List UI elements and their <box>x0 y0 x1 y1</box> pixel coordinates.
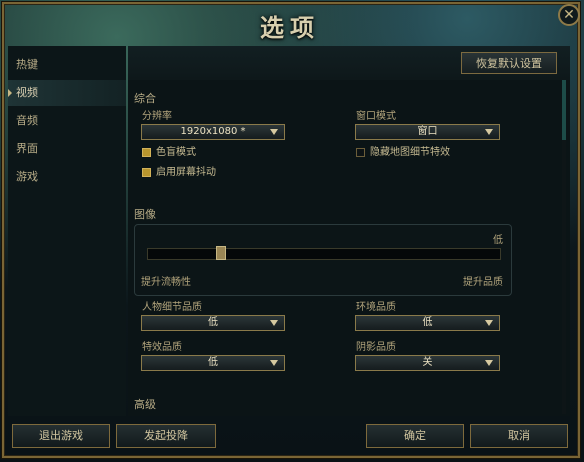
chevron-down-icon <box>270 320 278 326</box>
sidebar-item-interface[interactable]: 界面 <box>8 136 126 162</box>
section-general: 综合 <box>134 92 156 105</box>
slider-thumb[interactable] <box>216 246 226 260</box>
colorblind-label: 色盲模式 <box>156 147 196 158</box>
hide-eyecandy-checkbox[interactable]: 隐藏地图细节特效 <box>356 147 450 159</box>
character-quality-select[interactable]: 低 <box>141 315 285 331</box>
window-title: 选项 <box>260 13 320 42</box>
environment-quality-select[interactable]: 低 <box>355 315 500 331</box>
resolution-value: 1920x1080 * <box>180 126 246 137</box>
hide-eyecandy-label: 隐藏地图细节特效 <box>370 147 450 158</box>
window-mode-select[interactable]: 窗口 <box>355 124 500 140</box>
shadow-quality-select[interactable]: 关 <box>355 355 500 371</box>
scrollbar-thumb[interactable] <box>562 80 566 140</box>
window-mode-label: 窗口模式 <box>356 111 396 122</box>
environment-quality-label: 环境品质 <box>356 302 396 313</box>
screenshake-label: 启用屏幕抖动 <box>156 167 216 178</box>
character-quality-label: 人物细节品质 <box>142 302 202 313</box>
graphics-preset-value: 低 <box>493 235 503 246</box>
sidebar: 热键 视频 音频 界面 游戏 <box>8 46 126 416</box>
close-icon: ✕ <box>563 7 575 23</box>
shadow-quality-label: 阴影品质 <box>356 342 396 353</box>
chevron-down-icon <box>270 129 278 135</box>
resolution-label: 分辨率 <box>142 111 172 122</box>
effects-quality-value: 低 <box>208 357 218 368</box>
title-bar: 选项 <box>180 6 400 46</box>
chevron-down-icon <box>485 320 493 326</box>
character-quality-value: 低 <box>208 317 218 328</box>
shadow-quality-value: 关 <box>422 357 433 368</box>
cancel-button[interactable]: 取消 <box>470 424 568 448</box>
restore-defaults-button[interactable]: 恢复默认设置 <box>461 52 557 74</box>
checkbox-unchecked-icon <box>356 147 365 157</box>
sidebar-item-sound[interactable]: 音频 <box>8 108 126 134</box>
graphics-panel: 低 提升流畅性 提升品质 <box>134 224 512 296</box>
section-advanced: 高级 <box>134 398 156 411</box>
environment-quality-value: 低 <box>422 317 433 328</box>
ok-button[interactable]: 确定 <box>366 424 464 448</box>
screenshake-checkbox[interactable]: 启用屏幕抖动 <box>142 167 216 179</box>
sidebar-item-game[interactable]: 游戏 <box>8 164 126 190</box>
checkbox-checked-icon <box>142 167 151 177</box>
slider-left-label: 提升流畅性 <box>141 277 191 288</box>
content-scrollbar[interactable] <box>562 80 566 414</box>
section-graphics: 图像 <box>134 208 156 221</box>
chevron-down-icon <box>270 360 278 366</box>
close-button[interactable]: ✕ <box>558 4 580 26</box>
surrender-button[interactable]: 发起投降 <box>116 424 216 448</box>
graphics-slider[interactable] <box>147 246 501 260</box>
colorblind-checkbox[interactable]: 色盲模式 <box>142 147 196 159</box>
window-mode-value: 窗口 <box>417 126 438 137</box>
chevron-down-icon <box>485 360 493 366</box>
effects-quality-select[interactable]: 低 <box>141 355 285 371</box>
effects-quality-label: 特效品质 <box>142 342 182 353</box>
exit-game-button[interactable]: 退出游戏 <box>12 424 110 448</box>
slider-right-label: 提升品质 <box>463 277 503 288</box>
checkbox-checked-icon <box>142 147 151 157</box>
chevron-down-icon <box>485 129 493 135</box>
sidebar-item-video[interactable]: 视频 <box>8 80 126 106</box>
resolution-select[interactable]: 1920x1080 * <box>141 124 285 140</box>
sidebar-item-hotkeys[interactable]: 热键 <box>8 52 126 78</box>
settings-content: 恢复默认设置 综合 分辨率 1920x1080 * 窗口模式 窗口 色盲模式 启… <box>128 46 570 416</box>
